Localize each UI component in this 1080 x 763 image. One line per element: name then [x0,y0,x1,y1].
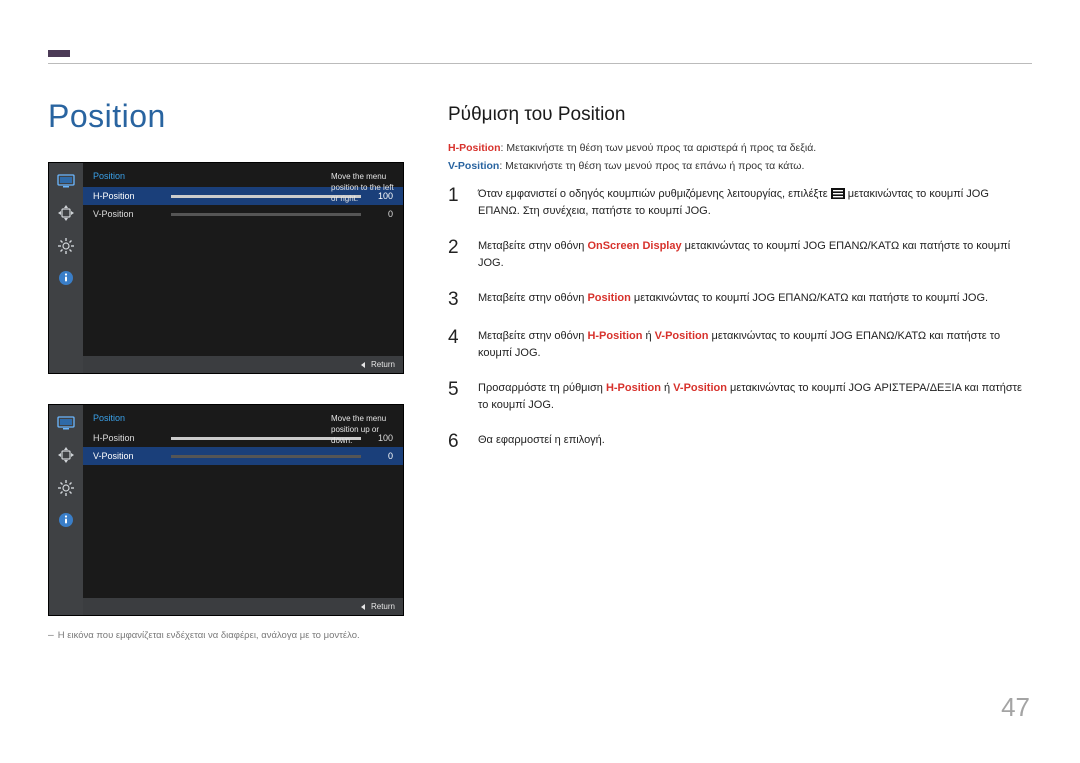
model-note: ―Η εικόνα που εμφανίζεται ενδέχεται να δ… [48,630,360,641]
step-item: 5 Προσαρμόστε τη ρύθμιση H-Position ή V-P… [448,380,1032,414]
arrows-icon [56,445,76,465]
steps-list: 1 Όταν εμφανιστεί ο οδηγός κουμπιών ρυθμι… [448,186,1032,470]
return-arrow-icon [361,604,365,610]
step-text: Προσαρμόστε τη ρύθμιση H-Position ή V-Po… [478,380,1032,414]
gear-icon [57,479,75,497]
step-item: 4 Μεταβείτε στην οθόνη H-Position ή V-Pos… [448,328,1032,362]
info-icon [57,269,75,287]
step-number: 4 [448,328,464,362]
step-item: 6 Θα εφαρμοστεί η επιλογή. [448,432,1032,452]
step-text: Όταν εμφανιστεί ο οδηγός κουμπιών ρυθμιζ… [478,186,1032,220]
menu-icon [831,188,845,199]
page-number: 47 [1001,692,1030,723]
def-h-position: H-Position: Μετακινήστε τη θέση των μενο… [448,140,1020,156]
osd-help-text: Move the menu position up or down. [331,413,397,446]
header-chip [48,50,70,57]
step-number: 3 [448,290,464,310]
step-text: Θα εφαρμοστεί η επιλογή. [478,432,1032,452]
monitor-icon [56,415,76,431]
osd-help-text: Move the menu position to the left or ri… [331,171,397,204]
return-arrow-icon [361,362,365,368]
osd-row-v: V-Position 0 [83,205,403,223]
osd-row-v: V-Position 0 [83,447,403,465]
monitor-icon [56,173,76,189]
step-item: 3 Μεταβείτε στην οθόνη Position μετακινών… [448,290,1032,310]
gear-icon [57,237,75,255]
osd-return-label: Return [371,360,395,369]
info-icon [57,511,75,529]
step-number: 6 [448,432,464,452]
page-title: Position [48,98,166,135]
osd-screenshot-v: Position H-Position 100 V-Position 0 Mov… [48,404,404,616]
step-text: Μεταβείτε στην οθόνη H-Position ή V-Posi… [478,328,1032,362]
header-rule [48,63,1032,64]
def-v-position: V-Position: Μετακινήστε τη θέση των μενο… [448,158,1020,174]
step-text: Μεταβείτε στην οθόνη Position μετακινώντ… [478,290,1032,310]
arrows-icon [56,203,76,223]
step-number: 5 [448,380,464,414]
step-item: 1 Όταν εμφανιστεί ο οδηγός κουμπιών ρυθμι… [448,186,1032,220]
step-item: 2 Μεταβείτε στην οθόνη OnScreen Display μ… [448,238,1032,272]
step-number: 1 [448,186,464,220]
section-heading: Ρύθμιση του Position [448,104,625,126]
step-number: 2 [448,238,464,272]
osd-screenshot-h: Position H-Position 100 V-Position 0 Mov… [48,162,404,374]
osd-return-label: Return [371,602,395,611]
step-text: Μεταβείτε στην οθόνη OnScreen Display με… [478,238,1032,272]
